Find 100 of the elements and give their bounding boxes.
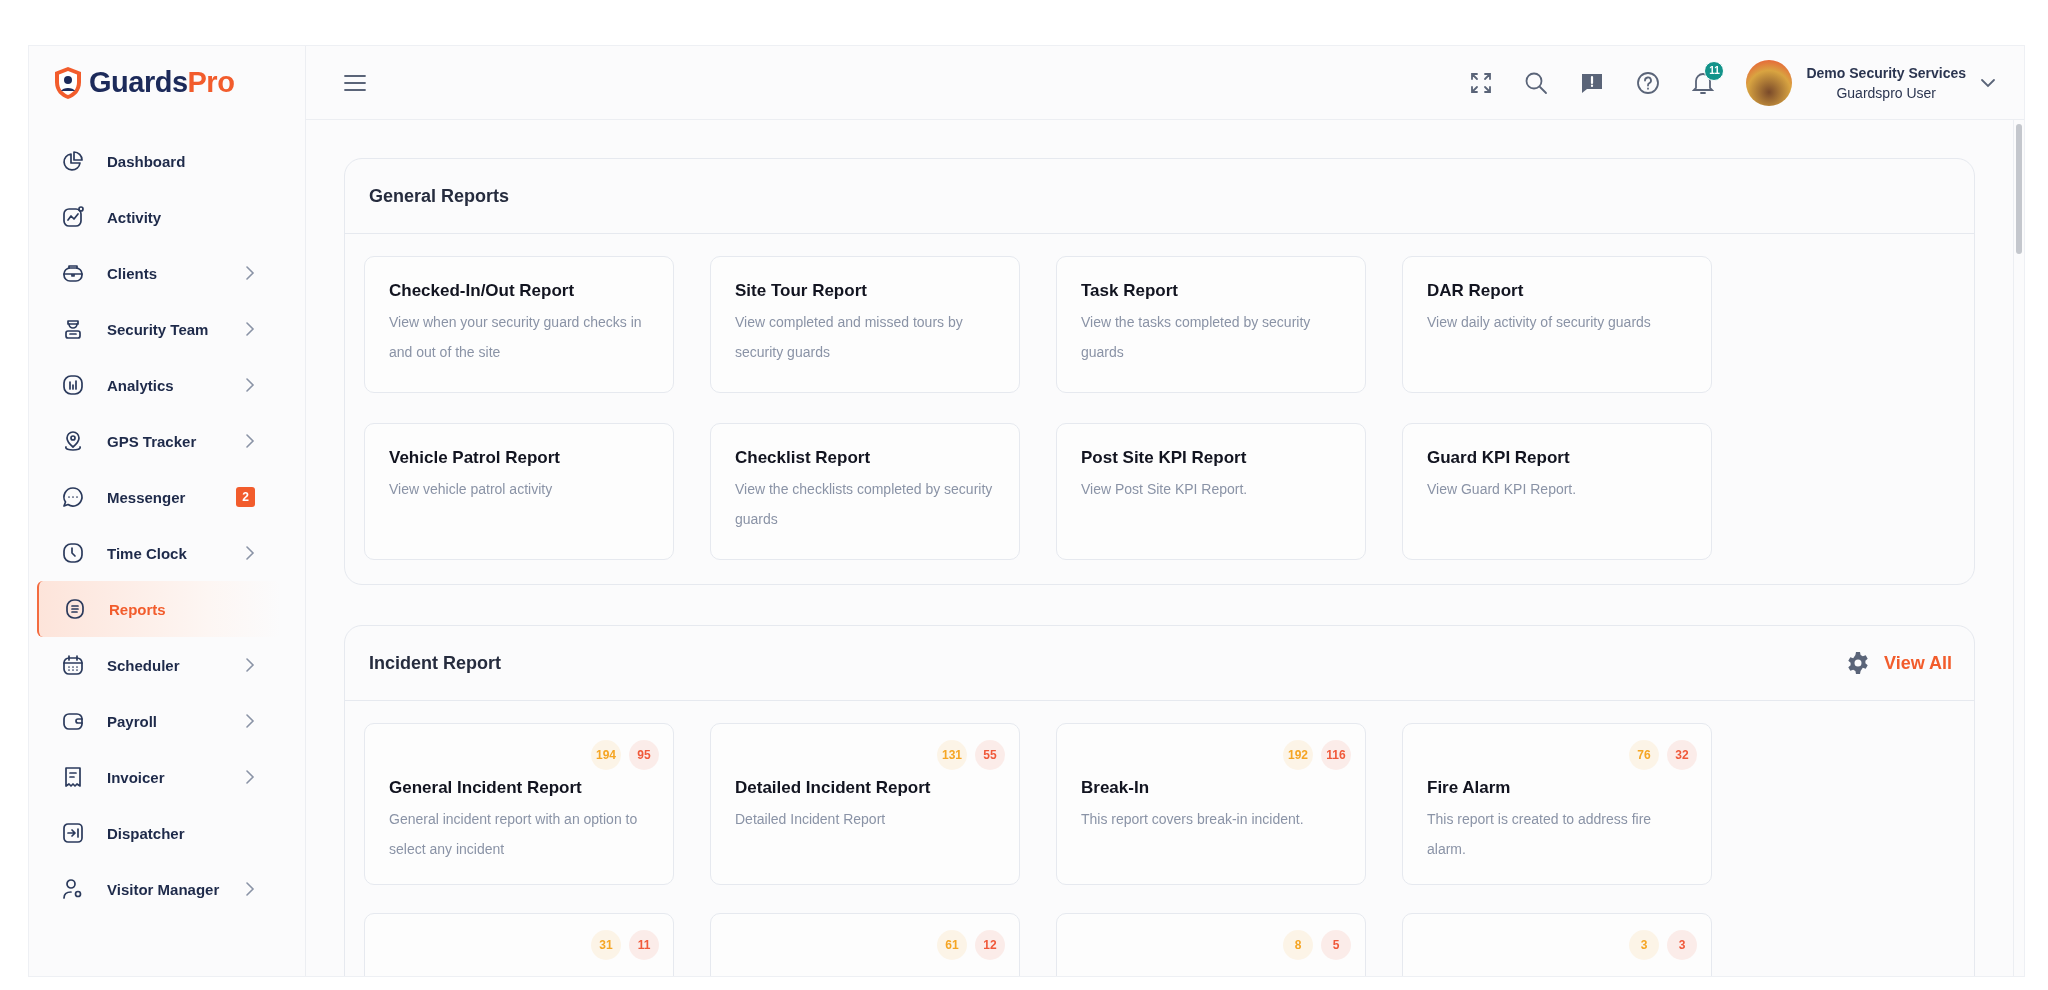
count-badge: 116 xyxy=(1321,740,1351,770)
sidebar-item-label: Visitor Manager xyxy=(107,880,221,898)
count-badge: 55 xyxy=(975,740,1005,770)
clock-icon xyxy=(61,541,85,565)
report-title: Checklist Report xyxy=(735,448,872,468)
report-title: Checked-In/Out Report xyxy=(389,281,576,301)
scrollbar-thumb[interactable] xyxy=(2016,124,2022,254)
report-title: Break-In xyxy=(1081,778,1151,798)
pie-chart-icon xyxy=(61,149,85,173)
fullscreen-button[interactable] xyxy=(1470,71,1493,94)
menu-button[interactable] xyxy=(344,74,366,91)
report-card[interactable]: Guard KPI Report View Guard KPI Report. xyxy=(1402,423,1712,560)
report-card[interactable]: 131 55 Detailed Incident Report Detailed Incident Report xyxy=(710,723,1020,885)
shield-logo-icon xyxy=(53,65,83,100)
report-description: View Guard KPI Report. xyxy=(1427,480,1578,499)
sidebar-item[interactable]: GPS Tracker xyxy=(37,413,281,469)
search-button[interactable] xyxy=(1524,70,1549,95)
count-badge: 32 xyxy=(1667,740,1697,770)
report-card[interactable]: Checklist Report View the checklists completed by security guards xyxy=(710,423,1020,560)
sidebar-item-label: GPS Tracker xyxy=(107,432,198,450)
report-description: View Post Site KPI Report. xyxy=(1081,480,1249,499)
count-badge: 2 xyxy=(236,487,255,507)
sidebar-item[interactable]: Time Clock xyxy=(37,525,281,581)
sidebar-item[interactable]: Scheduler xyxy=(37,637,281,693)
sidebar-item-label: Dashboard xyxy=(107,152,187,170)
report-card[interactable]: DAR Report View daily activity of security guards xyxy=(1402,256,1712,393)
report-title: Site Tour Report xyxy=(735,281,868,301)
report-description: View when your security guard checks in and out of the site xyxy=(389,313,643,362)
panel-title: Incident Report xyxy=(369,652,502,674)
sidebar-item[interactable]: Security Team xyxy=(37,301,281,357)
count-badge: 194 xyxy=(591,740,621,770)
panel-title: General Reports xyxy=(369,185,511,207)
report-description: Detailed Incident Report xyxy=(735,810,887,829)
sidebar-item[interactable]: Activity xyxy=(37,189,281,245)
sidebar-item-label: Activity xyxy=(107,208,163,226)
report-description: View the tasks completed by security guards xyxy=(1081,313,1312,362)
sidebar-item[interactable]: Invoicer xyxy=(37,749,281,805)
report-title: Task Report xyxy=(1081,281,1179,301)
sidebar-item-label: Payroll xyxy=(107,712,159,730)
sidebar-item-label: Clients xyxy=(107,264,158,282)
sidebar-item[interactable]: Dispatcher xyxy=(37,805,281,861)
sidebar-item[interactable]: Payroll xyxy=(37,693,281,749)
report-description: This report covers break-in incident. xyxy=(1081,810,1305,829)
sidebar-item[interactable]: Messenger 2 xyxy=(37,469,281,525)
sidebar-item[interactable]: Clients xyxy=(37,245,281,301)
help-button[interactable] xyxy=(1636,70,1661,95)
user-role: Guardspro User xyxy=(1836,84,1937,101)
count-badge: 61 xyxy=(937,930,967,960)
document-icon xyxy=(63,597,87,621)
count-badge: 11 xyxy=(629,930,659,960)
sidebar-item-label: Analytics xyxy=(107,376,175,394)
bar-chart-icon xyxy=(61,373,85,397)
sidebar-item[interactable]: Visitor Manager xyxy=(37,861,281,917)
account-dropdown-button[interactable] xyxy=(1980,77,1996,88)
settings-icon[interactable] xyxy=(1845,651,1870,675)
notification-count-badge: 11 xyxy=(1704,60,1725,81)
report-card[interactable]: Vehicle Patrol Report View vehicle patrol activity xyxy=(364,423,674,560)
report-card[interactable]: 76 32 Fire Alarm This report is created to address fire alarm. xyxy=(1402,723,1712,885)
report-title: Post Site KPI Report xyxy=(1081,448,1248,468)
sidebar-item-label: Scheduler xyxy=(107,656,181,674)
calendar-icon xyxy=(61,653,85,677)
report-card[interactable]: Task Report View the tasks completed by security guards xyxy=(1056,256,1366,393)
report-description: View the checklists completed by security guards xyxy=(735,480,994,529)
sidebar-item-label: Reports xyxy=(109,600,167,618)
report-description: View daily activity of security guards xyxy=(1427,313,1652,332)
count-badge: 76 xyxy=(1629,740,1659,770)
report-card[interactable]: Checked-In/Out Report View when your security guard checks in and out of the site xyxy=(364,256,674,393)
report-title: Fire Alarm xyxy=(1427,778,1512,798)
company-name: Demo Security Services xyxy=(1806,64,1966,81)
count-badge: 131 xyxy=(937,740,967,770)
count-badge: 5 xyxy=(1321,930,1351,960)
report-title: Vehicle Patrol Report xyxy=(389,448,561,468)
report-card[interactable]: 194 95 General Incident Report General incident report with an option to select any incident xyxy=(364,723,674,885)
report-description: This report is created to address fire alarm. xyxy=(1427,810,1653,859)
report-card[interactable]: Site Tour Report View completed and missed tours by security guards xyxy=(710,256,1020,393)
sidebar-item-label: Invoicer xyxy=(107,768,166,786)
report-description: View vehicle patrol activity xyxy=(389,480,554,499)
activity-chart-icon xyxy=(61,205,85,229)
arrow-into-box-icon xyxy=(61,821,85,845)
brand-logo[interactable]: GuardsPro xyxy=(89,66,235,99)
report-card[interactable]: 192 116 Break-In This report covers break-in incident. xyxy=(1056,723,1366,885)
count-badge: 95 xyxy=(629,740,659,770)
report-title: DAR Report xyxy=(1427,281,1525,301)
count-badge: 192 xyxy=(1283,740,1313,770)
report-title: Detailed Incident Report xyxy=(735,778,932,798)
count-badge: 3 xyxy=(1629,930,1659,960)
count-badge: 12 xyxy=(975,930,1005,960)
report-title: Guard KPI Report xyxy=(1427,448,1571,468)
sidebar-item-label: Dispatcher xyxy=(107,824,186,842)
count-badge: 8 xyxy=(1283,930,1313,960)
count-badge: 31 xyxy=(591,930,621,960)
sidebar-item-label: Time Clock xyxy=(107,544,188,562)
notifications-button[interactable]: 11 xyxy=(1692,60,1725,95)
sidebar-item[interactable]: Analytics xyxy=(37,357,281,413)
report-description: General incident report with an option to select any incident xyxy=(389,810,639,859)
report-description: View completed and missed tours by security guards xyxy=(735,313,964,362)
count-badge: 3 xyxy=(1667,930,1697,960)
report-card[interactable]: Post Site KPI Report View Post Site KPI Report. xyxy=(1056,423,1366,560)
sidebar-item-label: Security Team xyxy=(107,320,210,338)
sidebar-item[interactable]: Dashboard xyxy=(37,133,281,189)
